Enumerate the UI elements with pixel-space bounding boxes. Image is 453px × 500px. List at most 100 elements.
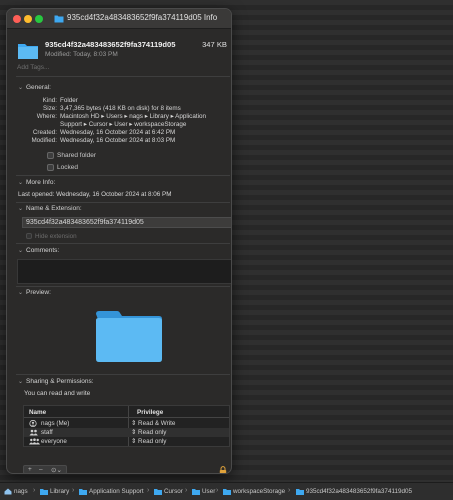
where-value: Macintosh HD ▸ Users ▸ nags ▸ Library ▸ …: [60, 113, 206, 120]
shared-folder-label: Shared folder: [57, 152, 97, 160]
chevron-down-icon: ⌄: [18, 206, 24, 212]
privilege-dropdown[interactable]: ⇕ Read only: [131, 438, 166, 445]
row-name: staff: [41, 429, 53, 436]
created-label: Created:: [32, 129, 57, 136]
file-size: 347 KB: [202, 40, 227, 49]
last-opened: Last opened: Wednesday, 16 October 2024 …: [18, 191, 172, 198]
folder-icon: [18, 44, 38, 59]
path-separator: ›: [33, 487, 36, 494]
path-separator: ›: [288, 487, 291, 494]
folder-icon: [223, 489, 231, 495]
permission-summary: You can read and write: [24, 390, 91, 397]
permissions-toolbar: + – ⊙⌄: [23, 465, 67, 473]
divider: [16, 175, 230, 176]
divider: [16, 286, 230, 287]
minimize-button[interactable]: [24, 15, 32, 23]
row-name: everyone: [41, 438, 67, 445]
file-name: 935cd4f32a483483652f9fa374119d05: [45, 40, 176, 49]
hide-extension-checkbox[interactable]: Hide extension: [26, 233, 77, 240]
chevron-down-icon: ⌄: [18, 85, 24, 91]
folder-icon: [79, 489, 87, 495]
chevron-down-icon: ⌄: [18, 180, 24, 186]
preview-section-toggle[interactable]: ⌄ Preview:: [18, 289, 51, 296]
titlebar[interactable]: 935cd4f32a483483652f9fa374119d05 Info: [7, 9, 231, 29]
zoom-button[interactable]: [35, 15, 43, 23]
created-value: Wednesday, 16 October 2024 at 6:42 PM: [60, 129, 176, 136]
permissions-table: Name Privilege nags (Me) ⇕ Read & Write …: [23, 405, 230, 447]
chevron-down-icon: ⌄: [18, 379, 24, 385]
section-title: Comments:: [26, 247, 60, 254]
column-header-name[interactable]: Name: [29, 409, 46, 416]
chevron-down-icon: ⌄: [18, 290, 24, 296]
column-header-privilege[interactable]: Privilege: [137, 409, 163, 416]
path-item-cursor[interactable]: Cursor: [164, 488, 183, 495]
privilege-dropdown[interactable]: ⇕ Read & Write: [131, 420, 175, 427]
file-header: 935cd4f32a483483652f9fa374119d05 347 KB …: [7, 29, 231, 62]
checkbox-box: [26, 233, 32, 240]
action-menu-button[interactable]: ⊙⌄: [51, 466, 62, 473]
path-separator: ›: [72, 487, 75, 494]
modified-label: Modified:: [31, 137, 57, 144]
path-bar: nags › Library › Application Support › C…: [0, 482, 453, 500]
section-title: General:: [26, 84, 51, 91]
group-icon: [29, 429, 38, 436]
comments-section-toggle[interactable]: ⌄ Comments:: [18, 247, 59, 254]
divider: [16, 243, 230, 244]
divider: [16, 76, 230, 77]
path-separator: ›: [185, 487, 188, 494]
path-item-library[interactable]: Library: [50, 488, 69, 495]
shared-folder-checkbox[interactable]: Shared folder: [47, 152, 96, 159]
folder-icon: [296, 489, 304, 495]
path-item-home[interactable]: nags: [14, 488, 28, 495]
sharing-section-toggle[interactable]: ⌄ Sharing & Permissions:: [18, 378, 94, 385]
kind-label: Kind:: [42, 97, 57, 104]
table-header: Name Privilege: [24, 406, 229, 418]
group-icon: [29, 438, 40, 445]
folder-icon: [54, 15, 64, 23]
general-section-toggle[interactable]: ⌄ General:: [18, 84, 51, 91]
path-item-current-folder[interactable]: 935cd4f32a483483652f9fa374119d05: [306, 488, 412, 495]
divider: [16, 202, 230, 203]
lock-icon[interactable]: [219, 466, 227, 474]
folder-icon: [154, 489, 162, 495]
add-button[interactable]: +: [28, 466, 32, 473]
row-name: nags (Me): [41, 420, 70, 427]
path-separator: ›: [216, 487, 219, 494]
path-item-workspace-storage[interactable]: workspaceStorage: [233, 488, 285, 495]
privilege-dropdown[interactable]: ⇕ Read only: [131, 429, 166, 436]
section-title: More Info:: [26, 179, 56, 186]
path-item-user[interactable]: User: [202, 488, 215, 495]
hide-extension-label: Hide extension: [35, 233, 77, 240]
tags-input[interactable]: Add Tags...: [17, 64, 229, 74]
name-field[interactable]: 935cd4f32a483483652f9fa374119d05: [22, 217, 231, 228]
checkbox-box: [47, 152, 54, 159]
table-row[interactable]: everyone ⇕ Read only: [24, 437, 229, 446]
path-separator: ›: [147, 487, 150, 494]
section-title: Name & Extension:: [26, 205, 82, 212]
more-info-section-toggle[interactable]: ⌄ More Info:: [18, 179, 55, 186]
section-title: Preview:: [26, 289, 51, 296]
chevron-down-icon: ⌄: [18, 248, 24, 254]
locked-label: Locked: [57, 164, 78, 172]
kind-value: Folder: [60, 97, 78, 104]
divider: [16, 374, 230, 375]
comments-textarea[interactable]: [17, 259, 231, 284]
info-window: 935cd4f32a483483652f9fa374119d05 Info 93…: [6, 8, 232, 474]
size-label: Size:: [43, 105, 57, 112]
remove-button[interactable]: –: [39, 466, 43, 473]
window-title: 935cd4f32a483483652f9fa374119d05 Info: [67, 13, 218, 22]
folder-icon: [40, 489, 48, 495]
size-value: 3,47,365 bytes (418 KB on disk) for 8 it…: [60, 105, 181, 112]
folder-preview-icon: [96, 311, 162, 362]
where-value-cont: Support ▸ Cursor ▸ User ▸ workspaceStora…: [60, 121, 187, 128]
close-button[interactable]: [13, 15, 21, 23]
locked-checkbox[interactable]: Locked: [47, 164, 78, 171]
section-title: Sharing & Permissions:: [26, 378, 94, 385]
home-icon: [4, 488, 12, 495]
path-item-application-support[interactable]: Application Support: [89, 488, 144, 495]
table-row[interactable]: nags (Me) ⇕ Read & Write: [24, 419, 229, 428]
name-ext-section-toggle[interactable]: ⌄ Name & Extension:: [18, 205, 82, 212]
user-icon: [29, 420, 37, 427]
where-label: Where:: [36, 113, 57, 120]
table-row[interactable]: staff ⇕ Read only: [24, 428, 229, 437]
